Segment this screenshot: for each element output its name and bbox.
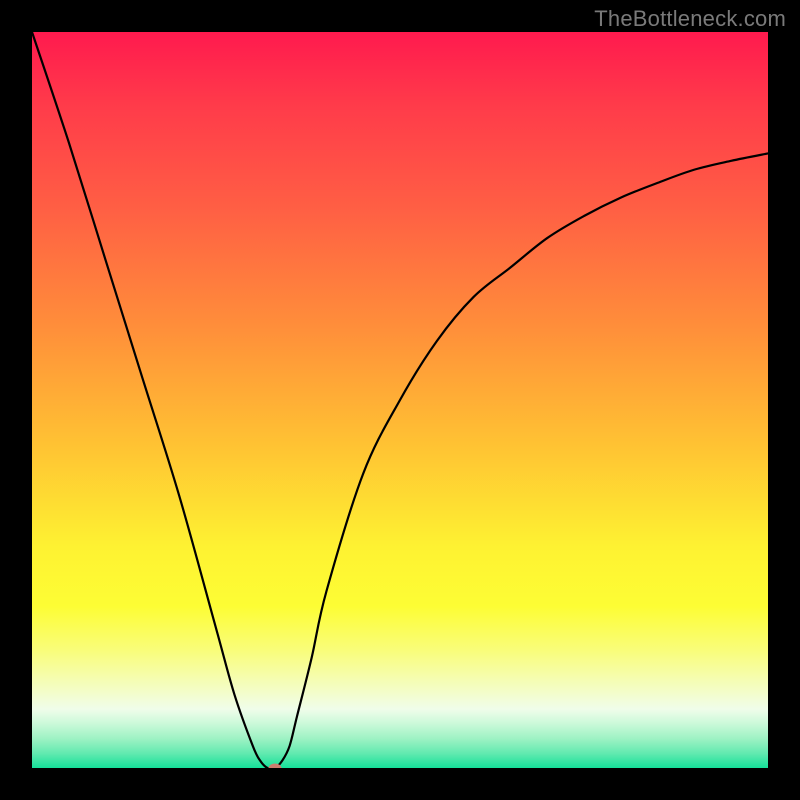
bottleneck-curve-line bbox=[32, 32, 768, 768]
chart-frame: TheBottleneck.com bbox=[0, 0, 800, 800]
curve-svg bbox=[32, 32, 768, 768]
plot-area bbox=[32, 32, 768, 768]
optimal-point-marker bbox=[268, 764, 281, 769]
watermark-text: TheBottleneck.com bbox=[594, 6, 786, 32]
